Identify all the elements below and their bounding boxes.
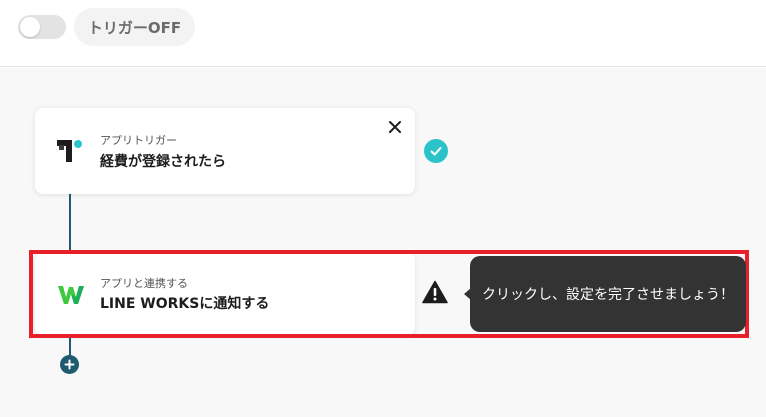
step-type-label: アプリと連携する xyxy=(100,277,188,290)
check-icon xyxy=(424,139,448,163)
tooltip: クリックし、設定を完了させましょう！ xyxy=(470,256,746,332)
plus-icon xyxy=(64,359,75,370)
flow-step-trigger[interactable]: アプリトリガー 経費が登録されたら xyxy=(35,108,415,194)
trigger-app-logo-icon xyxy=(57,140,82,162)
step-title: LINE WORKSに通知する xyxy=(100,296,270,312)
flow-step-line-works[interactable]: アプリと連携する LINE WORKSに通知する xyxy=(35,253,415,335)
trigger-status-label: トリガーOFF xyxy=(74,8,195,46)
toggle-knob xyxy=(20,17,40,37)
close-icon[interactable] xyxy=(386,118,404,136)
line-works-logo-icon xyxy=(58,286,84,304)
step-type-label: アプリトリガー xyxy=(100,134,177,147)
warning-icon xyxy=(422,280,448,304)
flow-connector xyxy=(69,193,71,251)
top-bar: トリガーOFF xyxy=(0,0,766,67)
add-step-button[interactable] xyxy=(60,355,79,374)
trigger-toggle[interactable] xyxy=(18,15,66,39)
flow-connector xyxy=(69,335,71,357)
step-title: 経費が登録されたら xyxy=(100,154,226,170)
